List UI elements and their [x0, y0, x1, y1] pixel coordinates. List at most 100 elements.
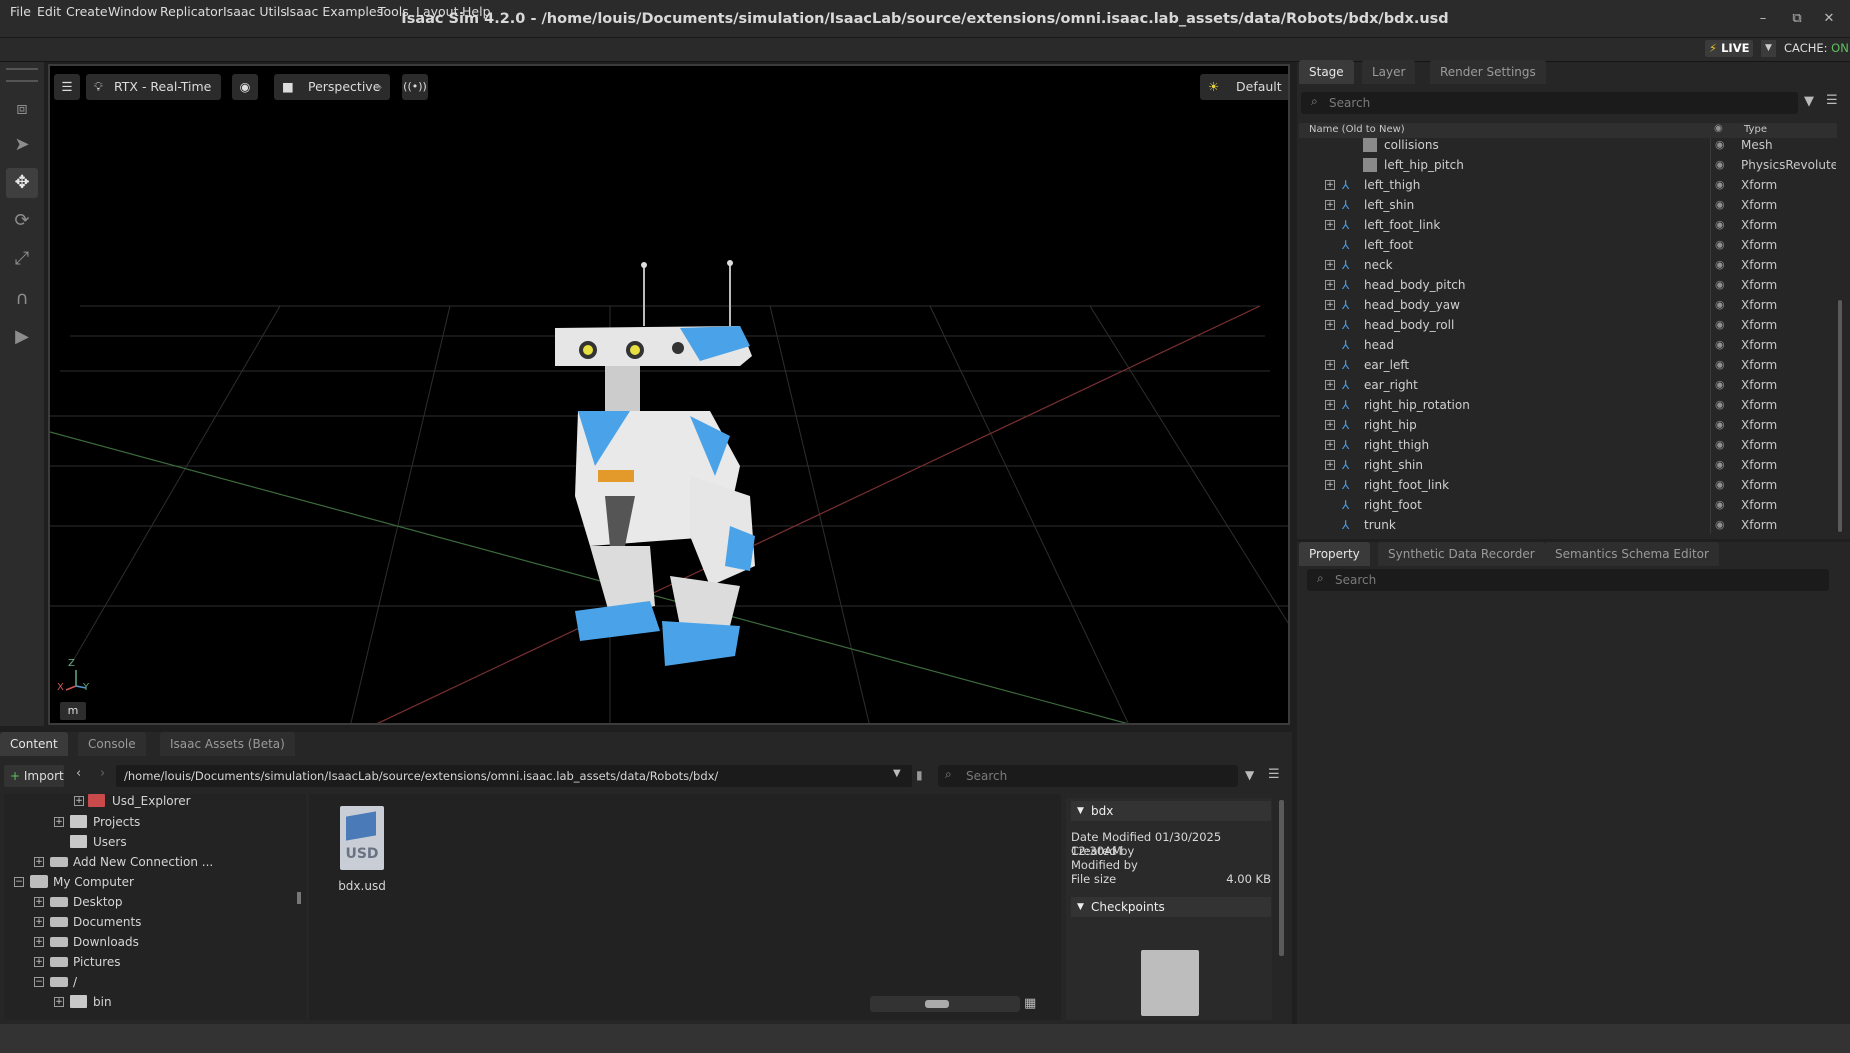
expand-icon[interactable]: + [1325, 300, 1335, 310]
expand-icon[interactable]: + [34, 937, 44, 947]
snap-icon[interactable]: ∩ [6, 284, 38, 314]
tree-item-root[interactable]: − / [4, 972, 284, 992]
tab-console[interactable]: Console [78, 732, 146, 756]
select-mode-icon[interactable]: ⧈ [6, 94, 38, 124]
camera-button[interactable]: ■ Perspective [274, 74, 391, 100]
menu-isaac-examples[interactable]: Isaac Examples [286, 0, 383, 24]
details-title[interactable]: ▼ bdx [1071, 801, 1271, 821]
eye-icon[interactable]: ◉ [1715, 135, 1725, 155]
col-type-header[interactable]: Type [1744, 124, 1767, 135]
tree-item-add-connection[interactable]: + Add New Connection ... [4, 852, 284, 872]
expand-icon[interactable]: + [34, 957, 44, 967]
eye-icon[interactable]: ◉ [1715, 475, 1725, 495]
tree-item-my-computer[interactable]: − My Computer [4, 872, 284, 892]
eye-icon[interactable]: ◉ [1715, 495, 1725, 515]
eye-icon[interactable]: ◉ [1715, 515, 1725, 535]
expand-icon[interactable]: + [1325, 440, 1335, 450]
menu-icon[interactable]: ☰ [1268, 767, 1280, 782]
expand-icon[interactable]: + [1325, 220, 1335, 230]
bookmark-icon[interactable]: ▮ [916, 768, 923, 782]
menu-replicator[interactable]: Replicator [160, 0, 223, 24]
live-button[interactable]: ⚡ LIVE [1705, 40, 1754, 57]
scrollbar-thumb[interactable] [925, 1000, 949, 1008]
eye-icon[interactable]: ◉ [1715, 255, 1725, 275]
tree-row[interactable]: + ⅄ right_foot_link ◉ Xform [1299, 475, 1839, 495]
expand-icon[interactable]: + [34, 897, 44, 907]
chevron-right-icon[interactable]: » [375, 74, 389, 100]
tree-row[interactable]: + ⅄ right_shin ◉ Xform [1299, 455, 1839, 475]
property-search-input[interactable]: Search [1307, 569, 1829, 591]
close-icon[interactable]: ✕ [1818, 8, 1840, 30]
tree-row[interactable]: + ⅄ right_hip ◉ Xform [1299, 415, 1839, 435]
checkpoints-header[interactable]: ▼ Checkpoints [1071, 897, 1271, 917]
details-scrollbar[interactable] [1279, 800, 1284, 956]
collapse-icon[interactable]: − [34, 977, 44, 987]
grid-view-icon[interactable]: ▦ [1024, 996, 1036, 1011]
expand-icon[interactable]: + [1325, 180, 1335, 190]
tab-stage[interactable]: Stage [1299, 60, 1354, 84]
collapse-icon[interactable]: − [14, 877, 24, 887]
path-dropdown-icon[interactable]: ▼ [893, 768, 901, 779]
tree-row[interactable]: + ⅄ left_foot_link ◉ Xform [1299, 215, 1839, 235]
tab-property[interactable]: Property [1299, 542, 1370, 566]
viewport[interactable]: ☰ 💡︎ RTX - Real-Time ◉ ■ Perspective » ((•… [48, 64, 1290, 725]
expand-icon[interactable]: + [1325, 360, 1335, 370]
tab-content[interactable]: Content [0, 732, 68, 756]
settings-sliders-icon[interactable]: ☰ [54, 74, 80, 100]
menu-layout[interactable]: Layout [416, 0, 459, 24]
expand-icon[interactable]: + [1325, 260, 1335, 270]
tab-isaac-assets[interactable]: Isaac Assets (Beta) [160, 732, 295, 756]
usd-file-icon[interactable]: USD [340, 806, 384, 870]
tree-row[interactable]: + ⅄ left_thigh ◉ Xform [1299, 175, 1839, 195]
eye-icon[interactable]: ◉ [1715, 355, 1725, 375]
tree-row[interactable]: + ⅄ head_body_pitch ◉ Xform [1299, 275, 1839, 295]
tree-row[interactable]: + ⅄ ear_right ◉ Xform [1299, 375, 1839, 395]
minimize-icon[interactable]: – [1752, 8, 1774, 30]
scale-icon[interactable]: ⤢ [6, 244, 38, 274]
eye-icon[interactable]: ◉ [1715, 415, 1725, 435]
tree-row[interactable]: + ⅄ neck ◉ Xform [1299, 255, 1839, 275]
path-field[interactable]: /home/louis/Documents/simulation/IsaacLa… [116, 765, 912, 787]
content-search-input[interactable]: Search [938, 765, 1238, 787]
menu-edit[interactable]: Edit [37, 0, 61, 24]
unit-label[interactable]: m [60, 702, 86, 720]
restore-icon[interactable]: ⧉ [1786, 8, 1808, 30]
lighting-button[interactable]: ☀ Default [1200, 74, 1288, 100]
expand-icon[interactable]: + [1325, 200, 1335, 210]
tree-row[interactable]: + ⅄ right_thigh ◉ Xform [1299, 435, 1839, 455]
menu-create[interactable]: Create [66, 0, 108, 24]
tree-row[interactable]: left_hip_pitch ◉ PhysicsRevolute... [1299, 155, 1839, 175]
expand-icon[interactable]: + [1325, 280, 1335, 290]
tree-row[interactable]: + ⅄ head_body_roll ◉ Xform [1299, 315, 1839, 335]
tab-render-settings[interactable]: Render Settings [1430, 60, 1546, 84]
tree-row[interactable]: + ⅄ ear_left ◉ Xform [1299, 355, 1839, 375]
tree-item-pictures[interactable]: + Pictures [4, 952, 284, 972]
eye-icon[interactable]: ◉ [1715, 395, 1725, 415]
eye-icon[interactable]: ◉ [1715, 295, 1725, 315]
eye-icon[interactable]: ◉ [1715, 335, 1725, 355]
visibility-eye-icon[interactable]: ◉ [232, 74, 258, 100]
tree-item-usd-explorer[interactable]: + Usd_Explorer [4, 791, 284, 811]
robot-model[interactable] [555, 260, 755, 666]
filter-icon[interactable]: ▼ [1804, 94, 1814, 109]
stage-search-input[interactable]: Search [1301, 92, 1798, 114]
tree-row[interactable]: ⅄ right_foot ◉ Xform [1299, 495, 1839, 515]
expand-icon[interactable]: + [1325, 460, 1335, 470]
eye-icon[interactable]: ◉ [1715, 155, 1725, 175]
eye-icon[interactable]: ◉ [1715, 275, 1725, 295]
tree-item-downloads[interactable]: + Downloads [4, 932, 284, 952]
tree-row[interactable]: ⅄ trunk ◉ Xform [1299, 515, 1839, 535]
renderer-button[interactable]: 💡︎ RTX - Real-Time [86, 74, 222, 100]
rotate-icon[interactable]: ⟳ [6, 206, 38, 236]
forward-icon[interactable]: › [100, 766, 105, 781]
eye-icon[interactable]: ◉ [1715, 435, 1725, 455]
tree-row[interactable]: ⅄ head ◉ Xform [1299, 335, 1839, 355]
tree-row[interactable]: collisions ◉ Mesh [1299, 135, 1839, 155]
tree-item-documents[interactable]: + Documents [4, 912, 284, 932]
tree-scrollbar[interactable] [297, 892, 301, 904]
expand-icon[interactable]: + [1325, 400, 1335, 410]
col-name-header[interactable]: Name (Old to New) [1309, 124, 1405, 135]
menu-file[interactable]: File [10, 0, 31, 24]
menu-isaac-utils[interactable]: Isaac Utils [223, 0, 287, 24]
tree-item-users[interactable]: Users [4, 832, 284, 852]
